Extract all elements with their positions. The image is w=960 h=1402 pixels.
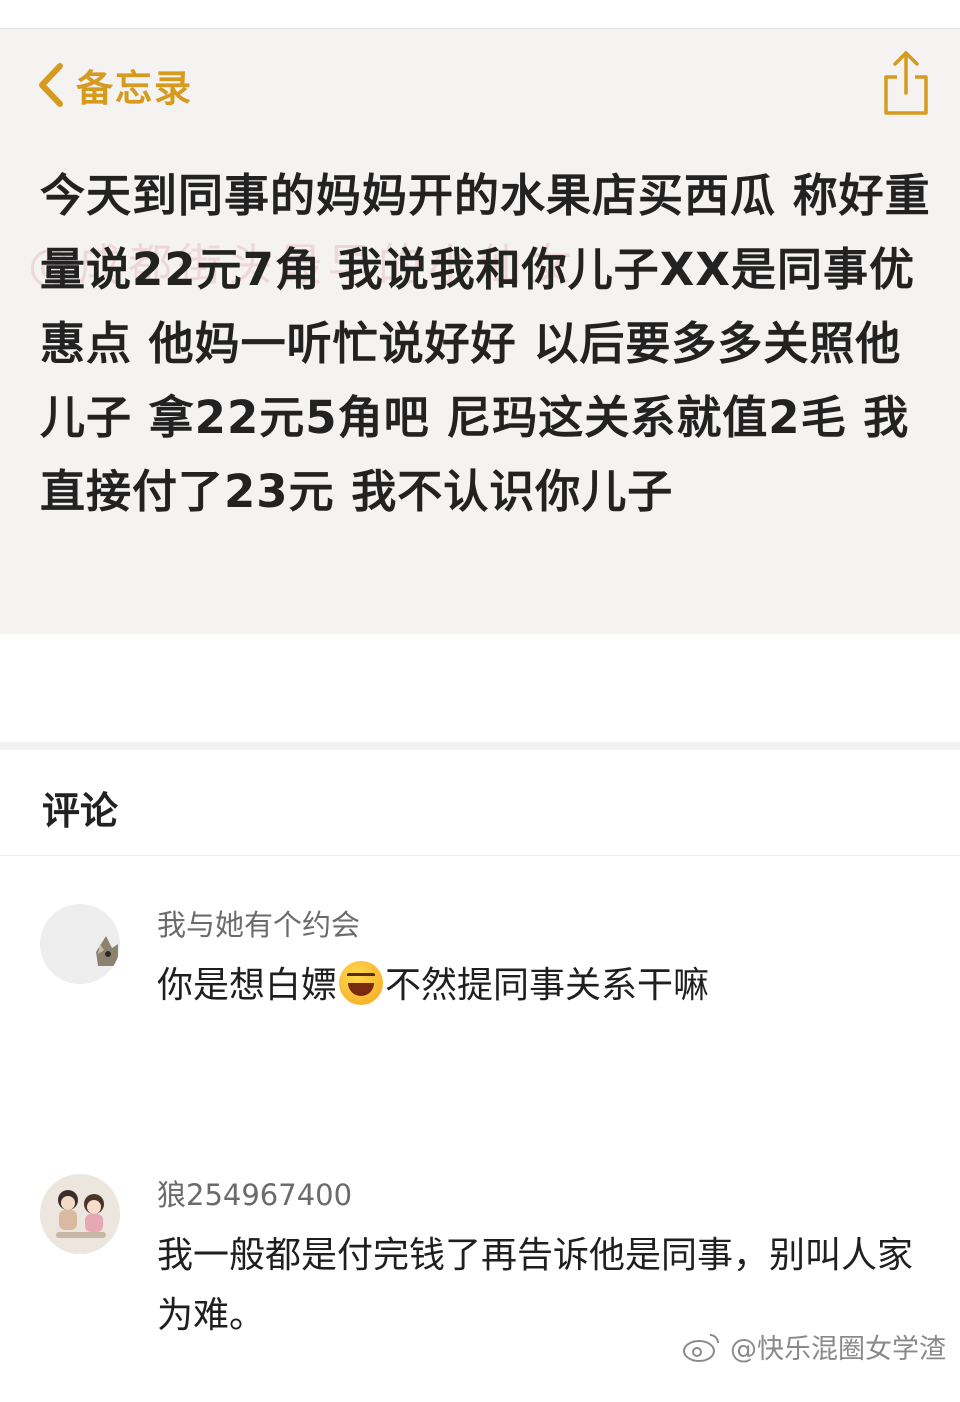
title-divider <box>0 855 960 856</box>
back-label: 备忘录 <box>76 67 193 110</box>
back-button[interactable]: 备忘录 <box>34 55 193 115</box>
share-button[interactable] <box>880 47 932 119</box>
couple-avatar-icon <box>40 1174 120 1254</box>
comments-title: 评论 <box>42 789 119 833</box>
comment-username[interactable]: 我与她有个约会 <box>157 902 360 944</box>
comment-text: 你是想白嫖 不然提同事关系干嘛 <box>157 956 917 1016</box>
comment-text-part: 不然提同事关系干嘛 <box>385 965 710 1006</box>
comment-username[interactable]: 狼254967400 <box>157 1172 352 1214</box>
cat-avatar-icon <box>40 904 120 984</box>
note-body: 今天到同事的妈妈开的水果店买西瓜 称好重量说22元7角 我说我和你儿子XX是同事… <box>40 169 931 518</box>
chevron-left-icon <box>39 63 63 107</box>
section-divider <box>0 742 960 750</box>
laugh-emoji-icon <box>339 961 384 1005</box>
avatar[interactable] <box>40 1174 120 1254</box>
note-header: 备忘录 <box>0 29 960 139</box>
footer-watermark-text: @快乐混圈女学渣 <box>730 1334 946 1365</box>
footer-watermark: @快乐混圈女学渣 <box>682 1327 946 1366</box>
weibo-logo-icon <box>683 1333 719 1362</box>
share-icon <box>884 51 928 115</box>
comment-text-part: 你是想白嫖 <box>157 965 338 1006</box>
note-card: 备忘录 @成都街头最早的小仙女 今天到同事的妈妈开的水果店买西瓜 称好重量说22… <box>0 28 960 636</box>
spacer <box>0 634 960 746</box>
avatar[interactable] <box>40 904 120 984</box>
